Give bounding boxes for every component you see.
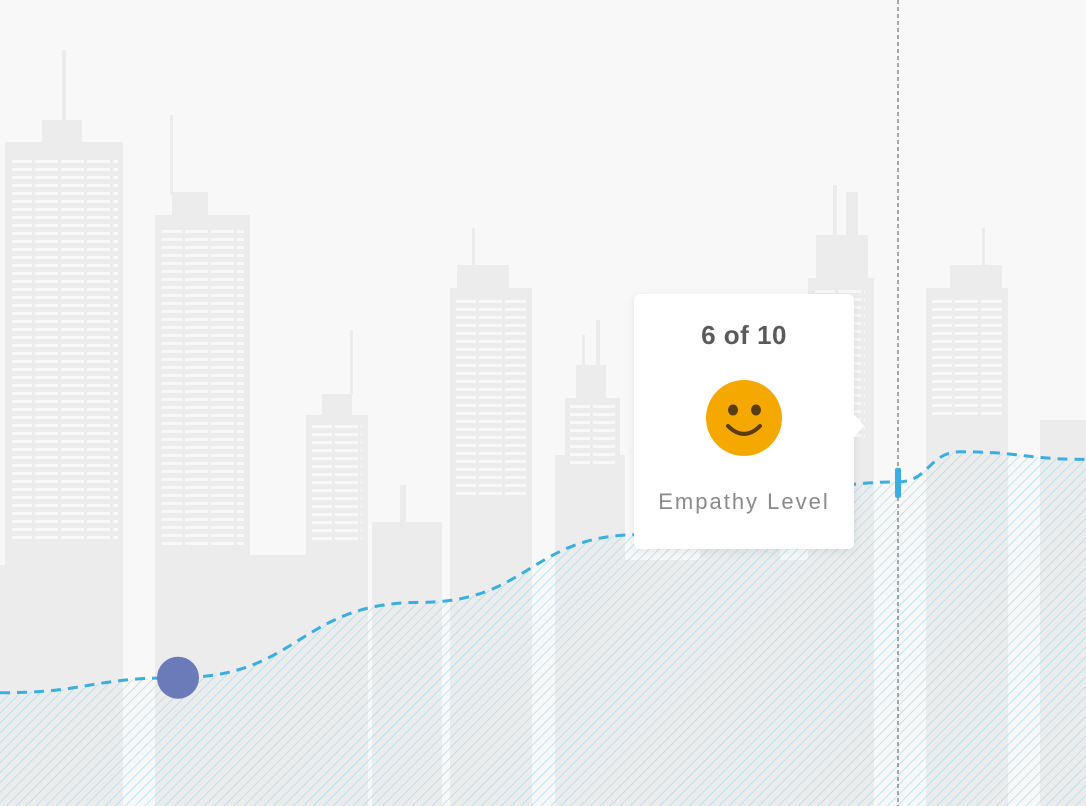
smiley-face-icon	[706, 380, 782, 456]
tooltip-pointer	[852, 412, 864, 440]
chart-area: 6 of 10 Empathy Level	[0, 0, 1086, 806]
hover-point-marker[interactable]	[895, 467, 901, 498]
tooltip-metric-label: Empathy Level	[658, 489, 830, 514]
value-tooltip: 6 of 10 Empathy Level	[634, 294, 864, 549]
empathy-chart	[0, 0, 1086, 806]
data-point-marker[interactable]	[157, 656, 199, 699]
tooltip-value: 6 of 10	[701, 320, 787, 350]
